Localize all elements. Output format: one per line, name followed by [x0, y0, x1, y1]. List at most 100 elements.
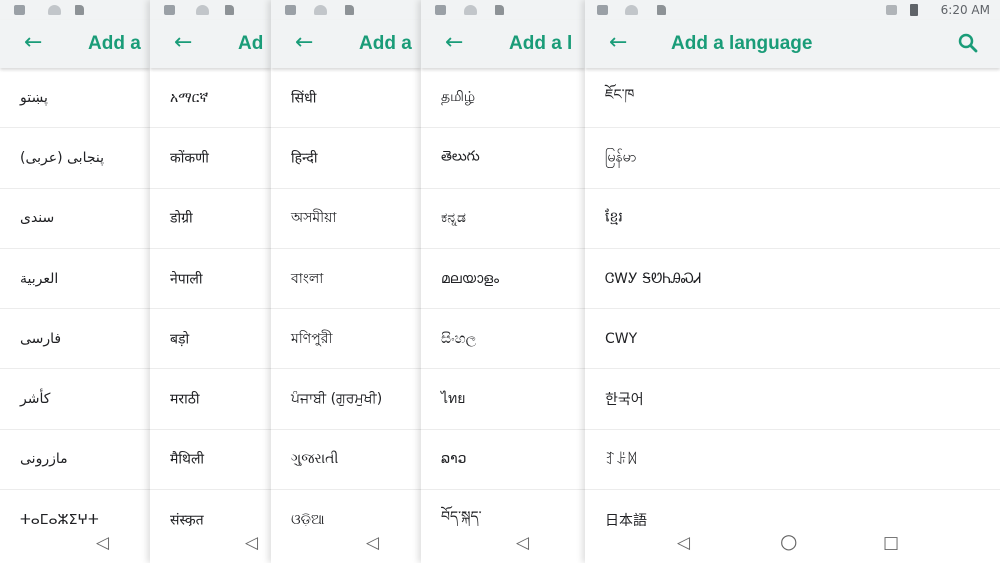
language-item[interactable]: ꆈꌠꉙ	[585, 430, 1000, 491]
language-item[interactable]: ไทย	[421, 369, 585, 430]
app-bar: ← Ad	[150, 20, 271, 68]
image-notification-icon	[164, 5, 175, 15]
language-item[interactable]: অসমীয়া	[271, 189, 421, 249]
language-list: አማርኛ कोंकणी डोग्री नेपाली बड़ो मराठी मैथ…	[150, 68, 271, 526]
nav-recents-icon[interactable]: □	[883, 531, 899, 555]
image-notification-icon	[14, 5, 25, 15]
language-item[interactable]: کأشر	[0, 369, 150, 430]
language-item[interactable]: 日本語	[585, 490, 1000, 526]
language-list: ཇོང་ཁ မြန်မာ ខ្មែរ ᏣᎳᎩ ᎦᏬᏂᎯᏍᏗ CWY 한국어 ꆈꌠ…	[585, 68, 1000, 526]
nav-back-icon[interactable]: ◁	[677, 531, 690, 555]
status-bar	[271, 0, 421, 20]
wifi-icon	[314, 5, 327, 15]
app-bar: ← Add a	[271, 20, 421, 68]
nav-home-icon[interactable]: ○	[780, 529, 797, 553]
status-bar	[150, 0, 271, 20]
settings-panel-1: ← Add a پښتو پنجابی (عربی) سندی العربية …	[0, 0, 150, 563]
language-item[interactable]: فارسی	[0, 309, 150, 370]
back-arrow-icon[interactable]: ←	[174, 30, 192, 56]
navigation-bar: ◁	[0, 526, 150, 563]
no-signal-icon	[886, 5, 897, 15]
status-bar: 6:20 AM	[585, 0, 1000, 20]
language-item[interactable]: ଓଡ଼ିଆ	[271, 490, 421, 526]
language-item[interactable]: हिन्दी	[271, 128, 421, 189]
page-title: Add a	[359, 33, 412, 54]
nav-back-icon[interactable]: ◁	[516, 531, 529, 555]
language-item[interactable]: मैथिली	[150, 430, 271, 491]
language-item[interactable]: संस्कृत	[150, 490, 271, 526]
language-item[interactable]: বাংলা	[271, 249, 421, 310]
language-item[interactable]: मराठी	[150, 369, 271, 430]
language-item[interactable]: བོད་སྐད་	[421, 490, 585, 526]
language-item[interactable]: العربية	[0, 249, 150, 310]
wifi-icon	[464, 5, 477, 15]
language-item[interactable]: தமிழ்	[421, 68, 585, 129]
sim-icon	[75, 5, 84, 15]
language-item[interactable]: ລາວ	[421, 430, 585, 491]
page-title: Add a	[88, 33, 141, 54]
language-item[interactable]: پښتو	[0, 68, 150, 129]
language-item[interactable]: සිංහල	[421, 309, 585, 370]
page-title: Ad	[238, 33, 264, 54]
language-item[interactable]: ⵜⴰⵎⴰⵣⵉⵖⵜ	[0, 490, 150, 526]
language-item[interactable]: አማርኛ	[150, 68, 271, 129]
language-item[interactable]: ᏣᎳᎩ ᎦᏬᏂᎯᏍᏗ	[585, 249, 1000, 310]
language-item[interactable]: डोग्री	[150, 189, 271, 249]
language-item[interactable]: മലയാളം	[421, 249, 585, 310]
language-item[interactable]: कोंकणी	[150, 128, 271, 189]
image-notification-icon	[435, 5, 446, 15]
language-list: پښتو پنجابی (عربی) سندی العربية فارسی کأ…	[0, 68, 150, 526]
language-item[interactable]: ਪੰਜਾਬੀ (ਗੁਰਮੁਖੀ)	[271, 369, 421, 430]
nav-back-icon[interactable]: ◁	[245, 531, 258, 555]
navigation-bar: ◁	[150, 526, 271, 563]
language-item[interactable]: ខ្មែរ	[585, 189, 1000, 249]
language-item[interactable]: ཇོང་ཁ	[585, 68, 1000, 129]
settings-panel-4: ← Add a l தமிழ் తెలుగు ಕನ್ನಡ മലയാളം සිංහ…	[421, 0, 585, 563]
language-list: தமிழ் తెలుగు ಕನ್ನಡ മലയാളം සිංහල ไทย ລາວ …	[421, 68, 585, 526]
back-arrow-icon[interactable]: ←	[295, 30, 313, 56]
settings-panel-2: ← Ad አማርኛ कोंकणी डोग्री नेपाली बड़ो मराठ…	[150, 0, 271, 563]
app-bar: ← Add a	[0, 20, 150, 68]
wifi-icon	[625, 5, 638, 15]
language-item[interactable]: सिंधी	[271, 68, 421, 129]
sim-icon	[657, 5, 666, 15]
language-item[interactable]: پنجابی (عربی)	[0, 128, 150, 189]
language-item[interactable]: తెలుగు	[421, 128, 585, 189]
language-item[interactable]: CWY	[585, 309, 1000, 370]
back-arrow-icon[interactable]: ←	[609, 30, 627, 56]
language-item[interactable]: नेपाली	[150, 249, 271, 310]
wifi-icon	[48, 5, 61, 15]
language-item[interactable]: মণিপুরী	[271, 309, 421, 370]
sim-icon	[495, 5, 504, 15]
navigation-bar: ◁ ○ □	[585, 526, 1000, 563]
image-notification-icon	[285, 5, 296, 15]
navigation-bar: ◁	[271, 526, 421, 563]
app-bar: ← Add a language	[585, 20, 1000, 68]
language-item[interactable]: مازرونی	[0, 430, 150, 491]
clock: 6:20 AM	[940, 3, 990, 17]
language-item[interactable]: سندی	[0, 189, 150, 249]
language-item[interactable]: बड़ो	[150, 309, 271, 370]
language-list: सिंधी हिन्दी অসমীয়া বাংলা মণিপুরী ਪੰਜਾਬ…	[271, 68, 421, 526]
sim-icon	[345, 5, 354, 15]
page-title: Add a language	[671, 33, 813, 54]
settings-panel-3: ← Add a सिंधी हिन्दी অসমীয়া বাংলা মণিপু…	[271, 0, 421, 563]
language-item[interactable]: ગુજરાતી	[271, 430, 421, 491]
search-icon[interactable]	[956, 31, 980, 55]
navigation-bar: ◁	[421, 526, 585, 563]
nav-back-icon[interactable]: ◁	[96, 531, 109, 555]
nav-back-icon[interactable]: ◁	[366, 531, 379, 555]
language-item[interactable]: မြန်မာ	[585, 128, 1000, 189]
app-bar: ← Add a l	[421, 20, 585, 68]
back-arrow-icon[interactable]: ←	[24, 30, 42, 56]
back-arrow-icon[interactable]: ←	[445, 30, 463, 56]
sim-icon	[225, 5, 234, 15]
language-item[interactable]: 한국어	[585, 369, 1000, 430]
language-item[interactable]: ಕನ್ನಡ	[421, 189, 585, 249]
settings-panel-5: 6:20 AM ← Add a language ཇོང་ཁ မြန်မာ ខ្…	[585, 0, 1000, 563]
status-bar	[421, 0, 585, 20]
page-title: Add a l	[509, 33, 573, 54]
wifi-icon	[196, 5, 209, 15]
status-bar	[0, 0, 150, 20]
image-notification-icon	[597, 5, 608, 15]
